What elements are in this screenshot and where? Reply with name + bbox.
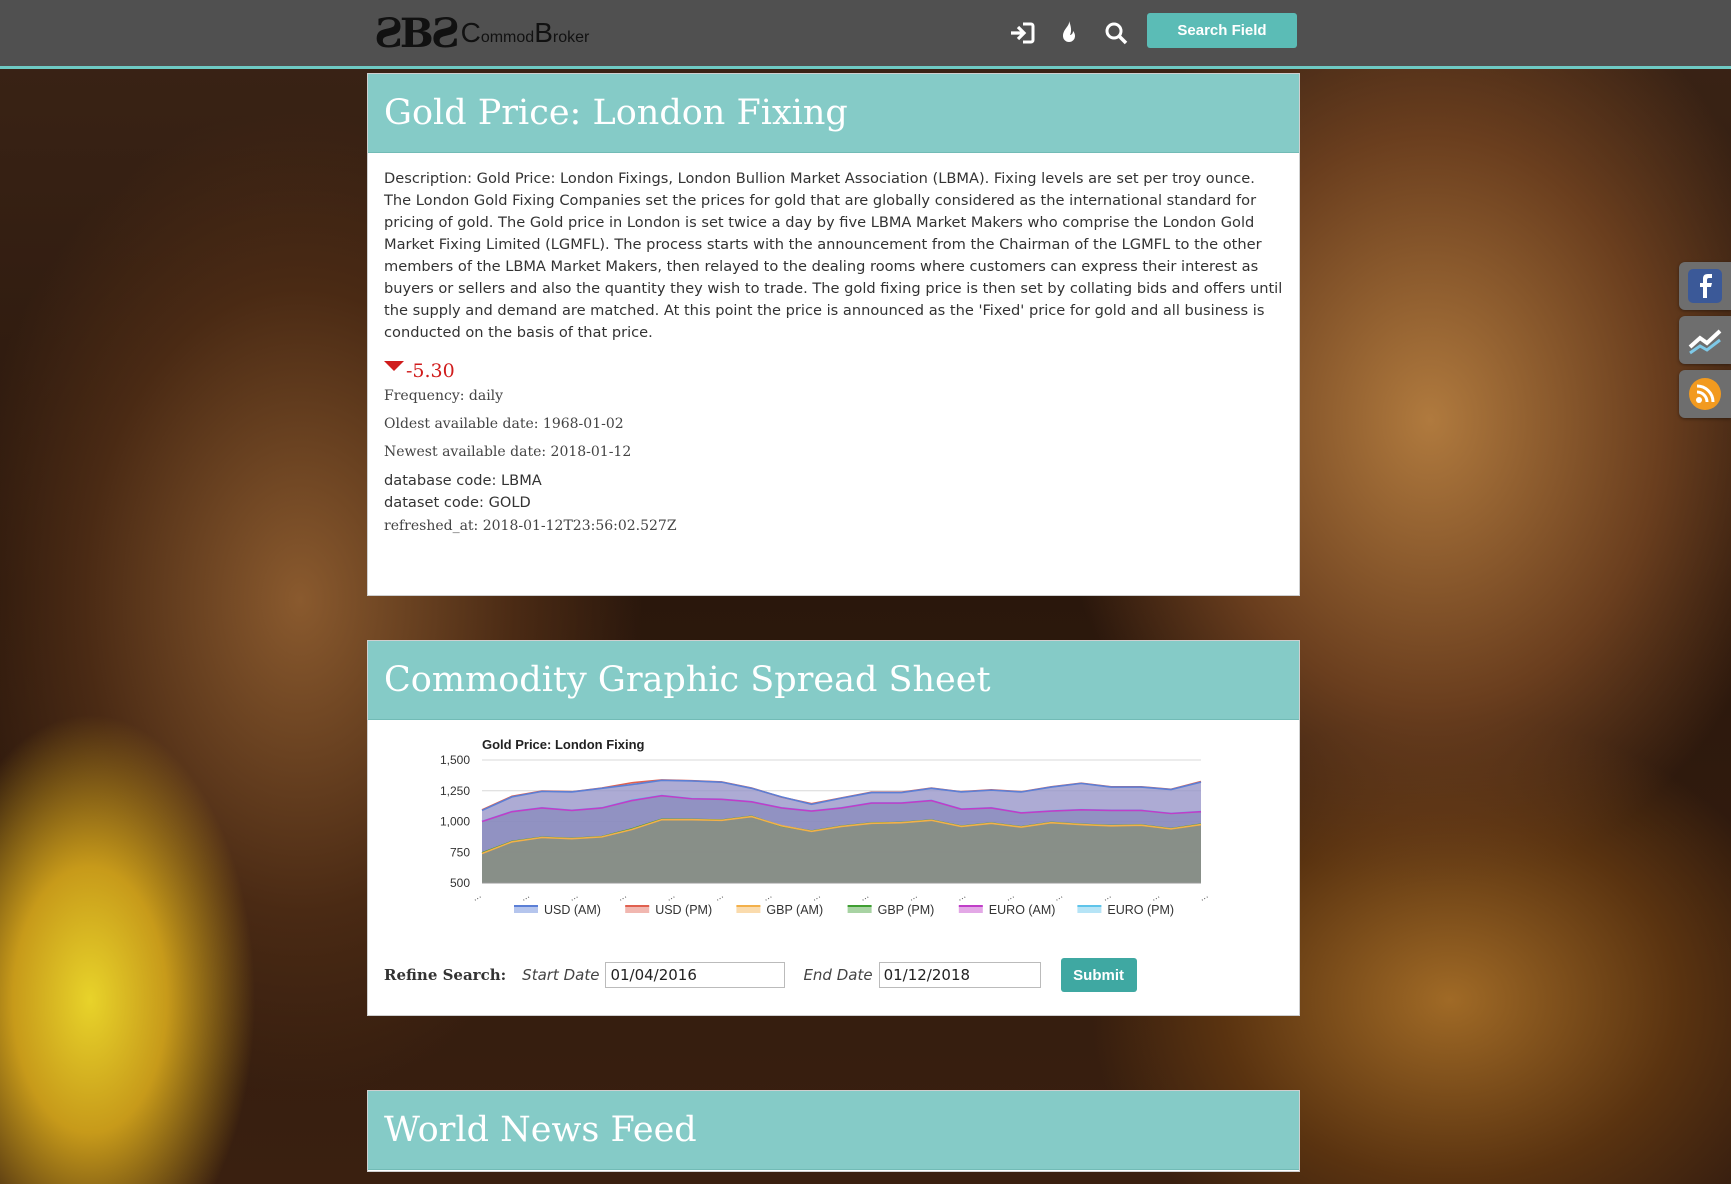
dataset-title: Gold Price: London Fixing [384, 93, 848, 133]
rss-icon [1689, 378, 1721, 410]
rss-button[interactable] [1679, 370, 1731, 418]
logo-text-part1: ommod [480, 29, 535, 46]
price-change-value: -5.30 [406, 360, 455, 382]
y-tick-label: 500 [450, 876, 470, 890]
frequency: Frequency: daily [384, 388, 504, 404]
x-tick-label: ... [761, 890, 774, 904]
facebook-icon [1688, 269, 1722, 303]
x-tick-label: ... [810, 890, 823, 904]
legend-swatch [958, 906, 983, 913]
logo-mark: ƧBƧ [374, 9, 460, 57]
x-tick-label: ... [1004, 890, 1017, 904]
facebook-button[interactable] [1679, 262, 1731, 310]
logo-text-part2: roker [552, 29, 590, 46]
dataset-code: dataset code: GOLD [384, 494, 531, 511]
x-tick-label: ... [1197, 890, 1210, 904]
search-icon[interactable] [1101, 18, 1131, 48]
logo-letter-c: C [460, 17, 481, 48]
legend-swatch [514, 906, 538, 913]
spreadsheet-title: Commodity Graphic Spread Sheet [384, 660, 991, 700]
refine-search-form: Refine Search: Start Date End Date Submi… [384, 958, 1283, 992]
legend-label: EURO (AM) [989, 903, 1056, 917]
stocktwits-button[interactable] [1679, 316, 1731, 364]
logo[interactable]: ƧBƧ CommodBroker [374, 9, 590, 57]
legend-label: USD (AM) [544, 903, 601, 917]
x-tick-label: ... [1100, 890, 1113, 904]
x-tick-label: ... [1052, 890, 1065, 904]
spreadsheet-panel: Commodity Graphic Spread Sheet Gold Pric… [367, 640, 1300, 1016]
oldest-date: Oldest available date: 1968-01-02 [384, 416, 624, 432]
chart-title: Gold Price: London Fixing [482, 737, 645, 752]
price-change: -5.30 [384, 360, 1283, 382]
stocktwits-icon [1688, 329, 1722, 355]
down-arrow-icon [384, 361, 404, 371]
legend-swatch [847, 906, 872, 913]
database-code: database code: LBMA [384, 472, 542, 489]
end-date-input[interactable] [878, 962, 1041, 988]
y-tick-label: 1,000 [440, 815, 470, 829]
start-date-label: Start Date [522, 966, 600, 984]
x-tick-label: ... [713, 890, 726, 904]
sign-in-icon[interactable] [1007, 18, 1037, 48]
refine-search-label: Refine Search: [384, 966, 507, 984]
y-tick-label: 1,250 [440, 784, 470, 798]
x-tick-label: ... [907, 890, 920, 904]
logo-text: CommodBroker [461, 17, 590, 49]
y-tick-label: 750 [450, 845, 470, 859]
refreshed-at: refreshed_at: 2018-01-12T23:56:02.527Z [384, 518, 677, 534]
logo-letter-b: B [534, 17, 553, 48]
search-field-button[interactable]: Search Field [1147, 13, 1297, 48]
x-tick-label: ... [858, 890, 871, 904]
x-tick-label: ... [616, 890, 629, 904]
legend-swatch [1077, 906, 1102, 913]
news-title: World News Feed [384, 1110, 697, 1150]
news-panel-header: World News Feed [368, 1091, 1299, 1170]
dataset-panel-header: Gold Price: London Fixing [368, 74, 1299, 153]
chart-area: Gold Price: London Fixing 1,500 1,250 1,000… [384, 734, 1283, 952]
x-tick-label: ... [519, 890, 532, 904]
gold-price-chart: Gold Price: London Fixing 1,500 1,250 1,000… [440, 737, 1210, 917]
x-tick-label: ... [664, 890, 677, 904]
legend-swatch [625, 906, 650, 913]
dataset-description: Description: Gold Price: London Fixings,… [384, 170, 1283, 341]
submit-button[interactable]: Submit [1060, 958, 1137, 992]
x-tick-label: ... [567, 890, 580, 904]
dataset-panel: Gold Price: London Fixing Description: G… [367, 73, 1300, 596]
legend-swatch [736, 906, 761, 913]
x-tick-label: ... [470, 890, 483, 904]
news-panel: World News Feed [367, 1090, 1300, 1172]
end-date-label: End Date [803, 966, 873, 984]
x-tick-label: ... [1149, 890, 1162, 904]
top-navbar: ƧBƧ CommodBroker Search Field [0, 0, 1731, 69]
legend-label: GBP (PM) [878, 903, 935, 917]
legend-label: USD (PM) [655, 903, 712, 917]
legend-label: EURO (PM) [1107, 903, 1174, 917]
y-tick-label: 1,500 [440, 753, 470, 767]
spreadsheet-panel-header: Commodity Graphic Spread Sheet [368, 641, 1299, 720]
newest-date: Newest available date: 2018-01-12 [384, 444, 632, 460]
x-tick-label: ... [955, 890, 968, 904]
legend-label: GBP (AM) [766, 903, 823, 917]
start-date-input[interactable] [605, 962, 786, 988]
fire-icon[interactable] [1054, 18, 1084, 48]
